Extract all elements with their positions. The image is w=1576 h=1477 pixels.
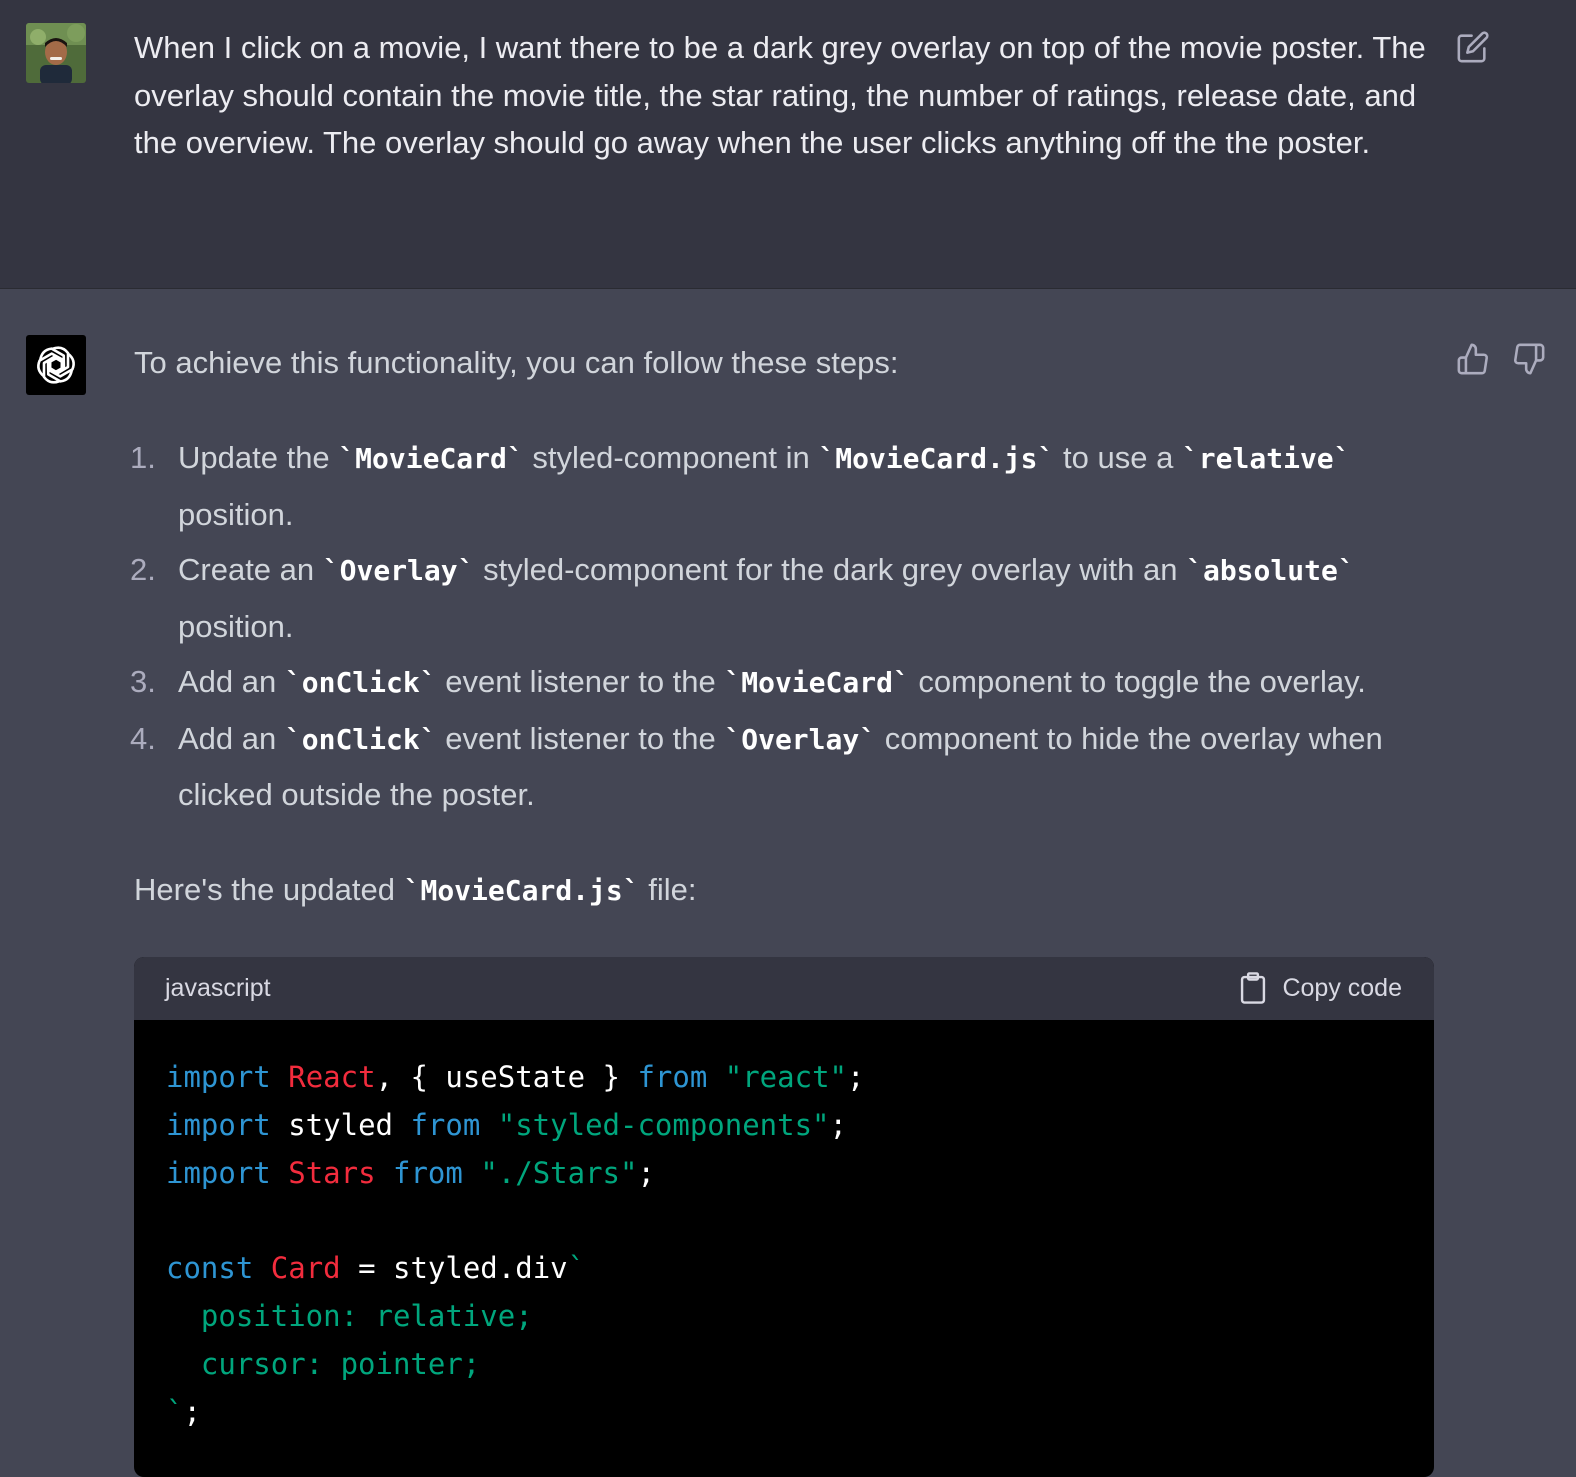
assistant-message: To achieve this functionality, you can f… — [0, 289, 1576, 1477]
code-token: from — [393, 1155, 463, 1190]
code-token: const — [166, 1251, 254, 1286]
step-number: 3. — [130, 664, 156, 699]
text-segment: event listener to the — [436, 664, 725, 699]
code-line: position: relative; — [166, 1293, 1402, 1341]
step-item: 2. Create an `Overlay` styled-component f… — [130, 542, 1454, 654]
text-segment: file: — [639, 872, 697, 907]
code-token: div — [515, 1251, 568, 1286]
code-token: , { useState } — [375, 1060, 638, 1094]
copy-code-button[interactable]: Copy code — [1238, 971, 1402, 1005]
text-segment: Add an — [178, 664, 285, 699]
thumbs-down-icon[interactable] — [1512, 342, 1546, 376]
code-token: from — [410, 1107, 481, 1142]
text-segment: position. — [178, 608, 294, 644]
code-token: import — [166, 1060, 271, 1094]
user-avatar — [26, 23, 86, 83]
user-message-text: When I click on a movie, I want there to… — [134, 30, 1426, 160]
inline-code: `MovieCard` — [338, 442, 524, 475]
thumbs-up-icon[interactable] — [1456, 342, 1490, 376]
assistant-intro: To achieve this functionality, you can f… — [134, 345, 899, 380]
code-token: "styled-components" — [497, 1107, 830, 1142]
inline-code: `onClick` — [284, 666, 437, 699]
code-token: ; — [846, 1060, 865, 1094]
code-token: styled — [270, 1107, 411, 1142]
inline-code: `MovieCard.js` — [818, 442, 1055, 475]
text-segment: styled-component for the dark grey overl… — [474, 552, 1187, 587]
code-token: Stars — [288, 1155, 376, 1190]
code-line: cursor: pointer; — [166, 1341, 1402, 1389]
inline-code: `Overlay` — [724, 722, 877, 756]
inline-code: `absolute` — [1186, 554, 1355, 587]
code-line: import React, { useState } from "react"; — [166, 1054, 1402, 1102]
code-token: = styled. — [340, 1251, 516, 1286]
step-number: 2. — [130, 552, 156, 587]
code-line: import Stars from "./Stars"; — [166, 1150, 1402, 1198]
code-line: `; — [166, 1389, 1402, 1437]
code-token: "react" — [724, 1060, 847, 1094]
copy-code-label: Copy code — [1282, 973, 1402, 1002]
inline-code: `MovieCard.js` — [403, 874, 640, 907]
text-segment: event listener to the — [436, 720, 725, 756]
step-number: 1. — [130, 440, 156, 475]
code-token: ; — [829, 1107, 847, 1142]
text-segment: to use a — [1054, 440, 1182, 475]
code-token: import — [166, 1155, 271, 1190]
inline-code: `MovieCard` — [724, 666, 910, 699]
text-segment: Add an — [178, 720, 285, 756]
step-item: 1. Update the `MovieCard` styled-componen… — [130, 430, 1454, 542]
step-item: 3. Add an `onClick` event listener to the… — [130, 654, 1454, 711]
code-token: position: relative; — [166, 1298, 533, 1333]
text-segment: component to toggle the overlay. — [909, 664, 1366, 699]
text-segment: Update the — [178, 440, 339, 475]
inline-code: `onClick` — [284, 722, 437, 756]
code-language: javascript — [165, 974, 271, 1002]
code-line: import styled from "styled-components"; — [166, 1102, 1402, 1150]
code-token: ` — [567, 1251, 586, 1286]
user-message: When I click on a movie, I want there to… — [0, 0, 1576, 289]
code-token: ` — [166, 1394, 184, 1429]
text-segment: Here's the updated — [134, 872, 404, 907]
code-token: Card — [270, 1251, 341, 1286]
here-text: Here's the updated `MovieCard.js` file: — [134, 868, 696, 913]
code-body: import React, { useState } from "react";… — [134, 1020, 1434, 1436]
code-token: import — [166, 1107, 271, 1142]
inline-code: `relative` — [1181, 442, 1351, 475]
openai-logo-icon — [26, 335, 86, 395]
code-block: javascript Copy code import React, { use… — [134, 957, 1434, 1477]
step-number: 4. — [130, 720, 156, 756]
step-item: 4. Add an `onClick` event listener to the… — [130, 711, 1454, 823]
inline-code: `Overlay` — [322, 554, 475, 587]
code-token: React — [288, 1060, 376, 1094]
edit-icon[interactable] — [1456, 30, 1490, 64]
code-token: "./Stars" — [480, 1155, 638, 1190]
text-segment: styled-component in — [523, 440, 819, 475]
code-line: const Card = styled.div` — [166, 1245, 1402, 1293]
code-token: cursor: pointer; — [166, 1346, 481, 1381]
clipboard-icon — [1241, 972, 1266, 1004]
code-header: javascript Copy code — [134, 957, 1434, 1020]
code-token: ; — [183, 1394, 201, 1429]
text-segment: position. — [178, 496, 294, 532]
code-token: ; — [637, 1155, 655, 1190]
steps-list: 1. Update the `MovieCard` styled-componen… — [130, 430, 1454, 823]
text-segment: Create an — [178, 552, 323, 587]
code-token: from — [637, 1060, 708, 1094]
